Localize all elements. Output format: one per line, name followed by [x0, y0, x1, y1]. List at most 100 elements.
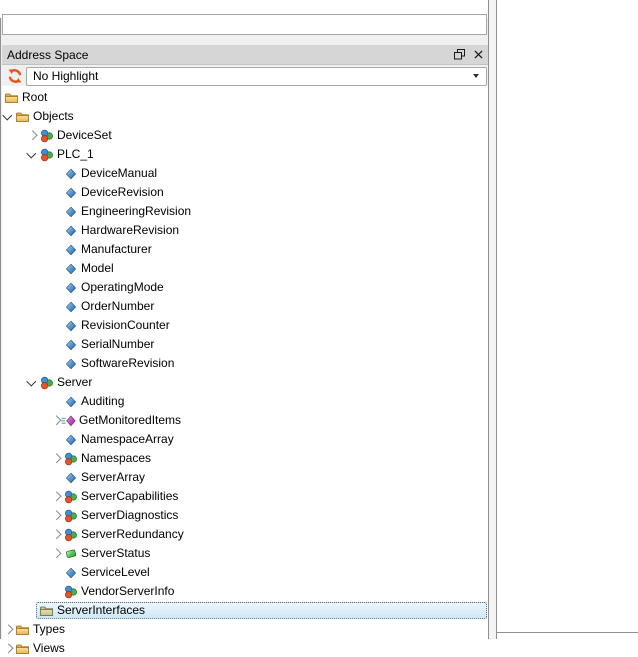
tree-row-label: DeviceRevision: [81, 185, 164, 199]
tree-row[interactable]: SerialNumber: [2, 335, 488, 354]
panel-titlebar: Address Space: [2, 45, 489, 65]
tree-row-label: ServerCapabilities: [81, 489, 179, 503]
folder-icon: [4, 90, 19, 105]
expander-icon[interactable]: [2, 107, 15, 126]
expander-slot: [52, 259, 63, 278]
expander-icon[interactable]: [27, 126, 39, 145]
row-content: Auditing: [63, 393, 124, 410]
structure-icon: [63, 546, 78, 561]
tree-row-label: DeviceManual: [81, 166, 158, 180]
tree-row[interactable]: Root: [2, 88, 488, 107]
expander-slot: [52, 468, 63, 487]
tree-row[interactable]: ServerArray: [2, 468, 488, 487]
tree-row[interactable]: Server: [2, 373, 488, 392]
expander-slot: [52, 354, 63, 373]
highlight-dropdown-value: No Highlight: [33, 68, 99, 83]
property-icon: [63, 261, 78, 276]
row-content: OperatingMode: [63, 279, 164, 296]
expander-icon[interactable]: [26, 373, 39, 392]
tree-row[interactable]: Views: [2, 639, 488, 657]
tree-row[interactable]: ServerDiagnostics: [2, 506, 488, 525]
property-icon: [63, 356, 78, 371]
tree-row[interactable]: Model: [2, 259, 488, 278]
tree-row-label: Auditing: [81, 394, 125, 408]
expander-slot: [52, 563, 63, 582]
expander-icon[interactable]: [3, 639, 15, 657]
float-panel-button[interactable]: [451, 47, 467, 63]
address-space-dock: Address Space No Highlight Root Objects …: [0, 14, 489, 657]
tree-row[interactable]: HardwareRevision: [2, 221, 488, 240]
tree-row-label: Root: [22, 90, 48, 104]
folder-icon: [39, 603, 54, 618]
tree-row[interactable]: ServerInterfaces: [2, 601, 488, 620]
main-document-area: [497, 0, 638, 639]
tree-row[interactable]: DeviceRevision: [2, 183, 488, 202]
property-icon: [63, 242, 78, 257]
tree-row-label: ServerArray: [81, 470, 146, 484]
property-icon: [63, 565, 78, 580]
tree-row[interactable]: ServerStatus: [2, 544, 488, 563]
tree-row[interactable]: OperatingMode: [2, 278, 488, 297]
row-content: ServerStatus: [63, 545, 150, 562]
tree-row[interactable]: RevisionCounter: [2, 316, 488, 335]
row-content: PLC_1: [39, 146, 94, 163]
float-icon: [453, 49, 465, 60]
close-panel-button[interactable]: [470, 47, 486, 63]
panel-splitter[interactable]: [489, 0, 496, 639]
highlight-dropdown[interactable]: No Highlight: [26, 66, 487, 86]
folder-icon: [15, 622, 30, 637]
tree-row[interactable]: OrderNumber: [2, 297, 488, 316]
tree-row-label: SerialNumber: [81, 337, 155, 351]
property-icon: [63, 337, 78, 352]
object-icon: [39, 128, 54, 143]
tree-row-label: NamespaceArray: [81, 432, 174, 446]
tree-row[interactable]: Auditing: [2, 392, 488, 411]
tree-row[interactable]: DeviceManual: [2, 164, 488, 183]
object-icon: [63, 508, 78, 523]
property-icon: [63, 394, 78, 409]
property-icon: [63, 204, 78, 219]
expander-icon[interactable]: [51, 544, 63, 563]
chevron-down-icon: [473, 74, 479, 78]
object-icon: [39, 147, 54, 162]
row-content: RevisionCounter: [63, 317, 170, 334]
row-content: Types: [15, 621, 65, 638]
tree-row[interactable]: EngineeringRevision: [2, 202, 488, 221]
property-icon: [63, 432, 78, 447]
tree-row[interactable]: GetMonitoredItems: [2, 411, 488, 430]
tree-row-label: Views: [33, 641, 65, 655]
expander-icon[interactable]: [51, 525, 63, 544]
expander-icon[interactable]: [51, 487, 63, 506]
tree-row[interactable]: Objects: [2, 107, 488, 126]
expander-slot: [52, 278, 63, 297]
expander-icon[interactable]: [26, 145, 39, 164]
row-content: OrderNumber: [63, 298, 154, 315]
tree-row[interactable]: ServerCapabilities: [2, 487, 488, 506]
tree-row[interactable]: ServiceLevel: [2, 563, 488, 582]
tree-row[interactable]: Namespaces: [2, 449, 488, 468]
tree-row[interactable]: DeviceSet: [2, 126, 488, 145]
object-icon: [39, 375, 54, 390]
expander-icon[interactable]: [51, 506, 63, 525]
row-content: ServerRedundancy: [63, 526, 184, 543]
property-icon: [63, 166, 78, 181]
highlight-sync-icon[interactable]: [6, 68, 23, 85]
row-content: DeviceRevision: [63, 184, 164, 201]
tree-row-label: GetMonitoredItems: [79, 413, 182, 427]
tree-row[interactable]: Manufacturer: [2, 240, 488, 259]
tree-row[interactable]: ServerRedundancy: [2, 525, 488, 544]
tree-row[interactable]: SoftwareRevision: [2, 354, 488, 373]
expander-icon[interactable]: [51, 449, 63, 468]
tree-row-label: EngineeringRevision: [81, 204, 192, 218]
tree-row[interactable]: VendorServerInfo: [2, 582, 488, 601]
tree-row[interactable]: NamespaceArray: [2, 430, 488, 449]
row-content: NamespaceArray: [63, 431, 174, 448]
tree-row[interactable]: Types: [2, 620, 488, 639]
row-content: ServerArray: [63, 469, 145, 486]
tree-row[interactable]: PLC_1: [2, 145, 488, 164]
expander-icon[interactable]: [3, 620, 15, 639]
row-content: SerialNumber: [63, 336, 154, 353]
tree-row-label: ServiceLevel: [81, 565, 150, 579]
expander-slot: [52, 221, 63, 240]
property-icon: [63, 299, 78, 314]
